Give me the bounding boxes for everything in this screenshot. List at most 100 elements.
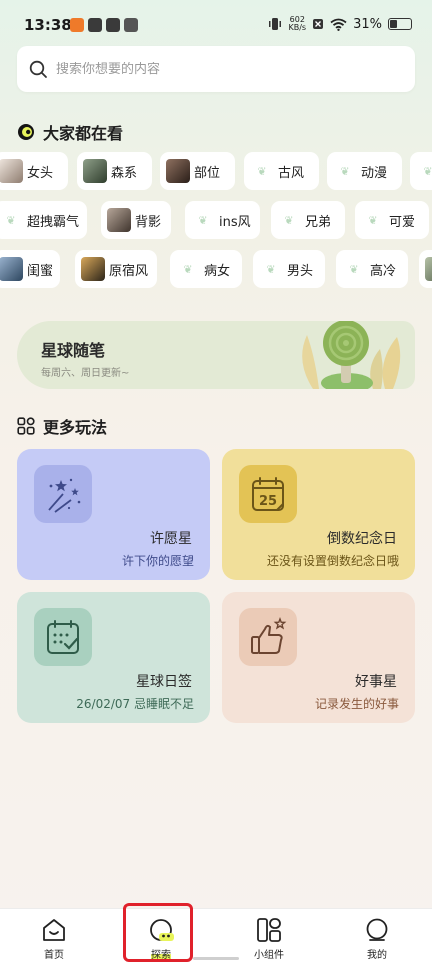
status-time: 13:38 (24, 16, 72, 34)
search-bar[interactable] (17, 46, 415, 92)
leaf-icon: ❦ (423, 164, 432, 178)
leaf-icon: ❦ (349, 262, 359, 276)
app-notification-icon (106, 18, 120, 32)
tag-label: 森系 (111, 165, 138, 181)
more-title: 更多玩法 (43, 418, 108, 437)
battery-percent: 31% (353, 16, 382, 32)
more-section-header: 更多玩法 (17, 414, 107, 438)
nav-item-profile[interactable]: 我的 (337, 917, 417, 961)
tag-label: 部位 (194, 165, 221, 181)
explore-icon (150, 919, 174, 941)
leaf-icon: ❦ (340, 164, 350, 178)
good-things-star-card[interactable]: 好事星 记录发生的好事 (222, 592, 415, 723)
search-icon (29, 60, 47, 78)
leaf-icon: ❦ (183, 262, 193, 276)
leaf-icon: ❦ (284, 213, 294, 227)
tag-label: 超拽霸气 (27, 214, 80, 230)
leaf-icon: ❦ (198, 213, 208, 227)
tag-label: 女头 (27, 165, 54, 181)
app-notification-icon (70, 18, 84, 32)
tag-thumbnail (166, 159, 190, 183)
banner-subtitle: 每周六、周日更新~ (41, 368, 130, 379)
tag-item[interactable]: ❦ 男头 (253, 250, 325, 288)
tag-item[interactable]: ❦ 高冷 (336, 250, 408, 288)
card-subtitle: 26/02/07 忌睡眠不足 (76, 697, 194, 711)
tag-label: 闺蜜 (27, 263, 54, 279)
wish-star-card[interactable]: 许愿星 许下你的愿望 (17, 449, 210, 580)
tag-label: 原宿风 (109, 263, 149, 279)
card-title: 星球日签 (136, 674, 192, 690)
tag-label: 古风 (278, 165, 305, 181)
tree-illustration (302, 321, 401, 389)
nav-item-home[interactable]: 首页 (14, 917, 94, 961)
calendar-day-number: 25 (259, 494, 277, 509)
planet-notes-banner[interactable]: 星球随笔 每周六、周日更新~ (17, 321, 415, 389)
card-title: 好事星 (355, 674, 397, 690)
tag-item[interactable]: 闺蜜 (0, 250, 60, 288)
nav-item-explore[interactable]: 探索 (121, 917, 201, 961)
profile-icon (366, 918, 388, 941)
nav-item-widgets[interactable]: 小组件 (229, 917, 309, 961)
nav-label: 我的 (367, 950, 387, 961)
tag-item[interactable]: ❦ 可爱 (355, 201, 429, 239)
tag-item[interactable]: ❦ 兄弟 (271, 201, 345, 239)
trending-tag-row-2: ❦ 超拽霸气 背影 ❦ ins风 ❦ 兄弟 ❦ 可爱 (0, 201, 432, 239)
wifi-icon (330, 18, 347, 31)
card-subtitle: 许下你的愿望 (121, 554, 194, 568)
tag-item[interactable]: 女头 (0, 152, 68, 190)
app-notification-icon (88, 18, 102, 32)
tag-item[interactable]: 部位 (160, 152, 235, 190)
tag-label: 背影 (135, 214, 162, 230)
leaf-icon: ❦ (257, 164, 267, 178)
net-speed: 602 KB/s (288, 16, 306, 32)
search-input[interactable] (56, 61, 396, 77)
card-subtitle: 记录发生的好事 (314, 697, 399, 711)
tag-thumbnail (0, 159, 23, 183)
widgets-icon (257, 918, 281, 942)
calendar-check-icon (34, 608, 92, 666)
banner-title: 星球随笔 (41, 341, 106, 360)
vibrate-icon (269, 18, 282, 30)
tag-label: 男头 (287, 263, 314, 279)
nav-label: 探索 (151, 946, 171, 961)
tag-label: 动漫 (361, 165, 388, 181)
trending-eye-icon (18, 124, 34, 140)
tag-item[interactable]: 原宿风 (75, 250, 157, 288)
tag-item[interactable] (419, 250, 432, 288)
tag-label: 病女 (204, 263, 231, 279)
trending-tag-row-1: 女头 森系 部位 ❦ 古风 ❦ 动漫 ❦ (0, 152, 432, 190)
tag-item[interactable]: ❦ (410, 152, 432, 190)
tag-label: ins风 (219, 214, 251, 230)
tag-label: 兄弟 (305, 214, 332, 230)
thumbs-up-icon (239, 608, 297, 666)
tag-item[interactable]: ❦ 病女 (170, 250, 242, 288)
card-subtitle: 还没有设置倒数纪念日哦 (266, 554, 399, 568)
trending-title: 大家都在看 (43, 124, 124, 143)
tag-thumbnail (0, 257, 23, 281)
net-speed-unit: KB/s (288, 23, 307, 32)
home-indicator[interactable] (193, 957, 239, 960)
home-icon (43, 919, 65, 941)
card-title: 许愿星 (150, 531, 192, 547)
tag-item[interactable]: 森系 (77, 152, 152, 190)
planet-daily-sign-card[interactable]: 星球日签 26/02/07 忌睡眠不足 (17, 592, 210, 723)
status-right: 602 KB/s 31% (268, 16, 412, 32)
leaf-icon: ❦ (266, 262, 276, 276)
calendar-25-icon: 25 (239, 465, 297, 523)
tag-thumbnail (107, 208, 131, 232)
tag-item[interactable]: ❦ ins风 (185, 201, 260, 239)
nav-label: 首页 (44, 950, 64, 961)
tag-item[interactable]: 背影 (101, 201, 171, 239)
tag-item[interactable]: ❦ 古风 (244, 152, 319, 190)
no-sim-icon (313, 19, 324, 29)
trending-tag-row-3: 闺蜜 原宿风 ❦ 病女 ❦ 男头 ❦ 高冷 (0, 250, 432, 288)
trending-section-header: 大家都在看 (17, 120, 123, 144)
bottom-nav: 首页 探索 小组件 我的 (0, 908, 432, 964)
fireworks-icon (34, 465, 92, 523)
tag-item[interactable]: ❦ 超拽霸气 (0, 201, 87, 239)
countdown-day-card[interactable]: 25 倒数纪念日 还没有设置倒数纪念日哦 (222, 449, 415, 580)
tag-thumbnail (83, 159, 107, 183)
tag-item[interactable]: ❦ 动漫 (327, 152, 402, 190)
status-bar: 13:38 602 KB/s 31% (0, 0, 432, 44)
app-notification-icon (124, 18, 138, 32)
